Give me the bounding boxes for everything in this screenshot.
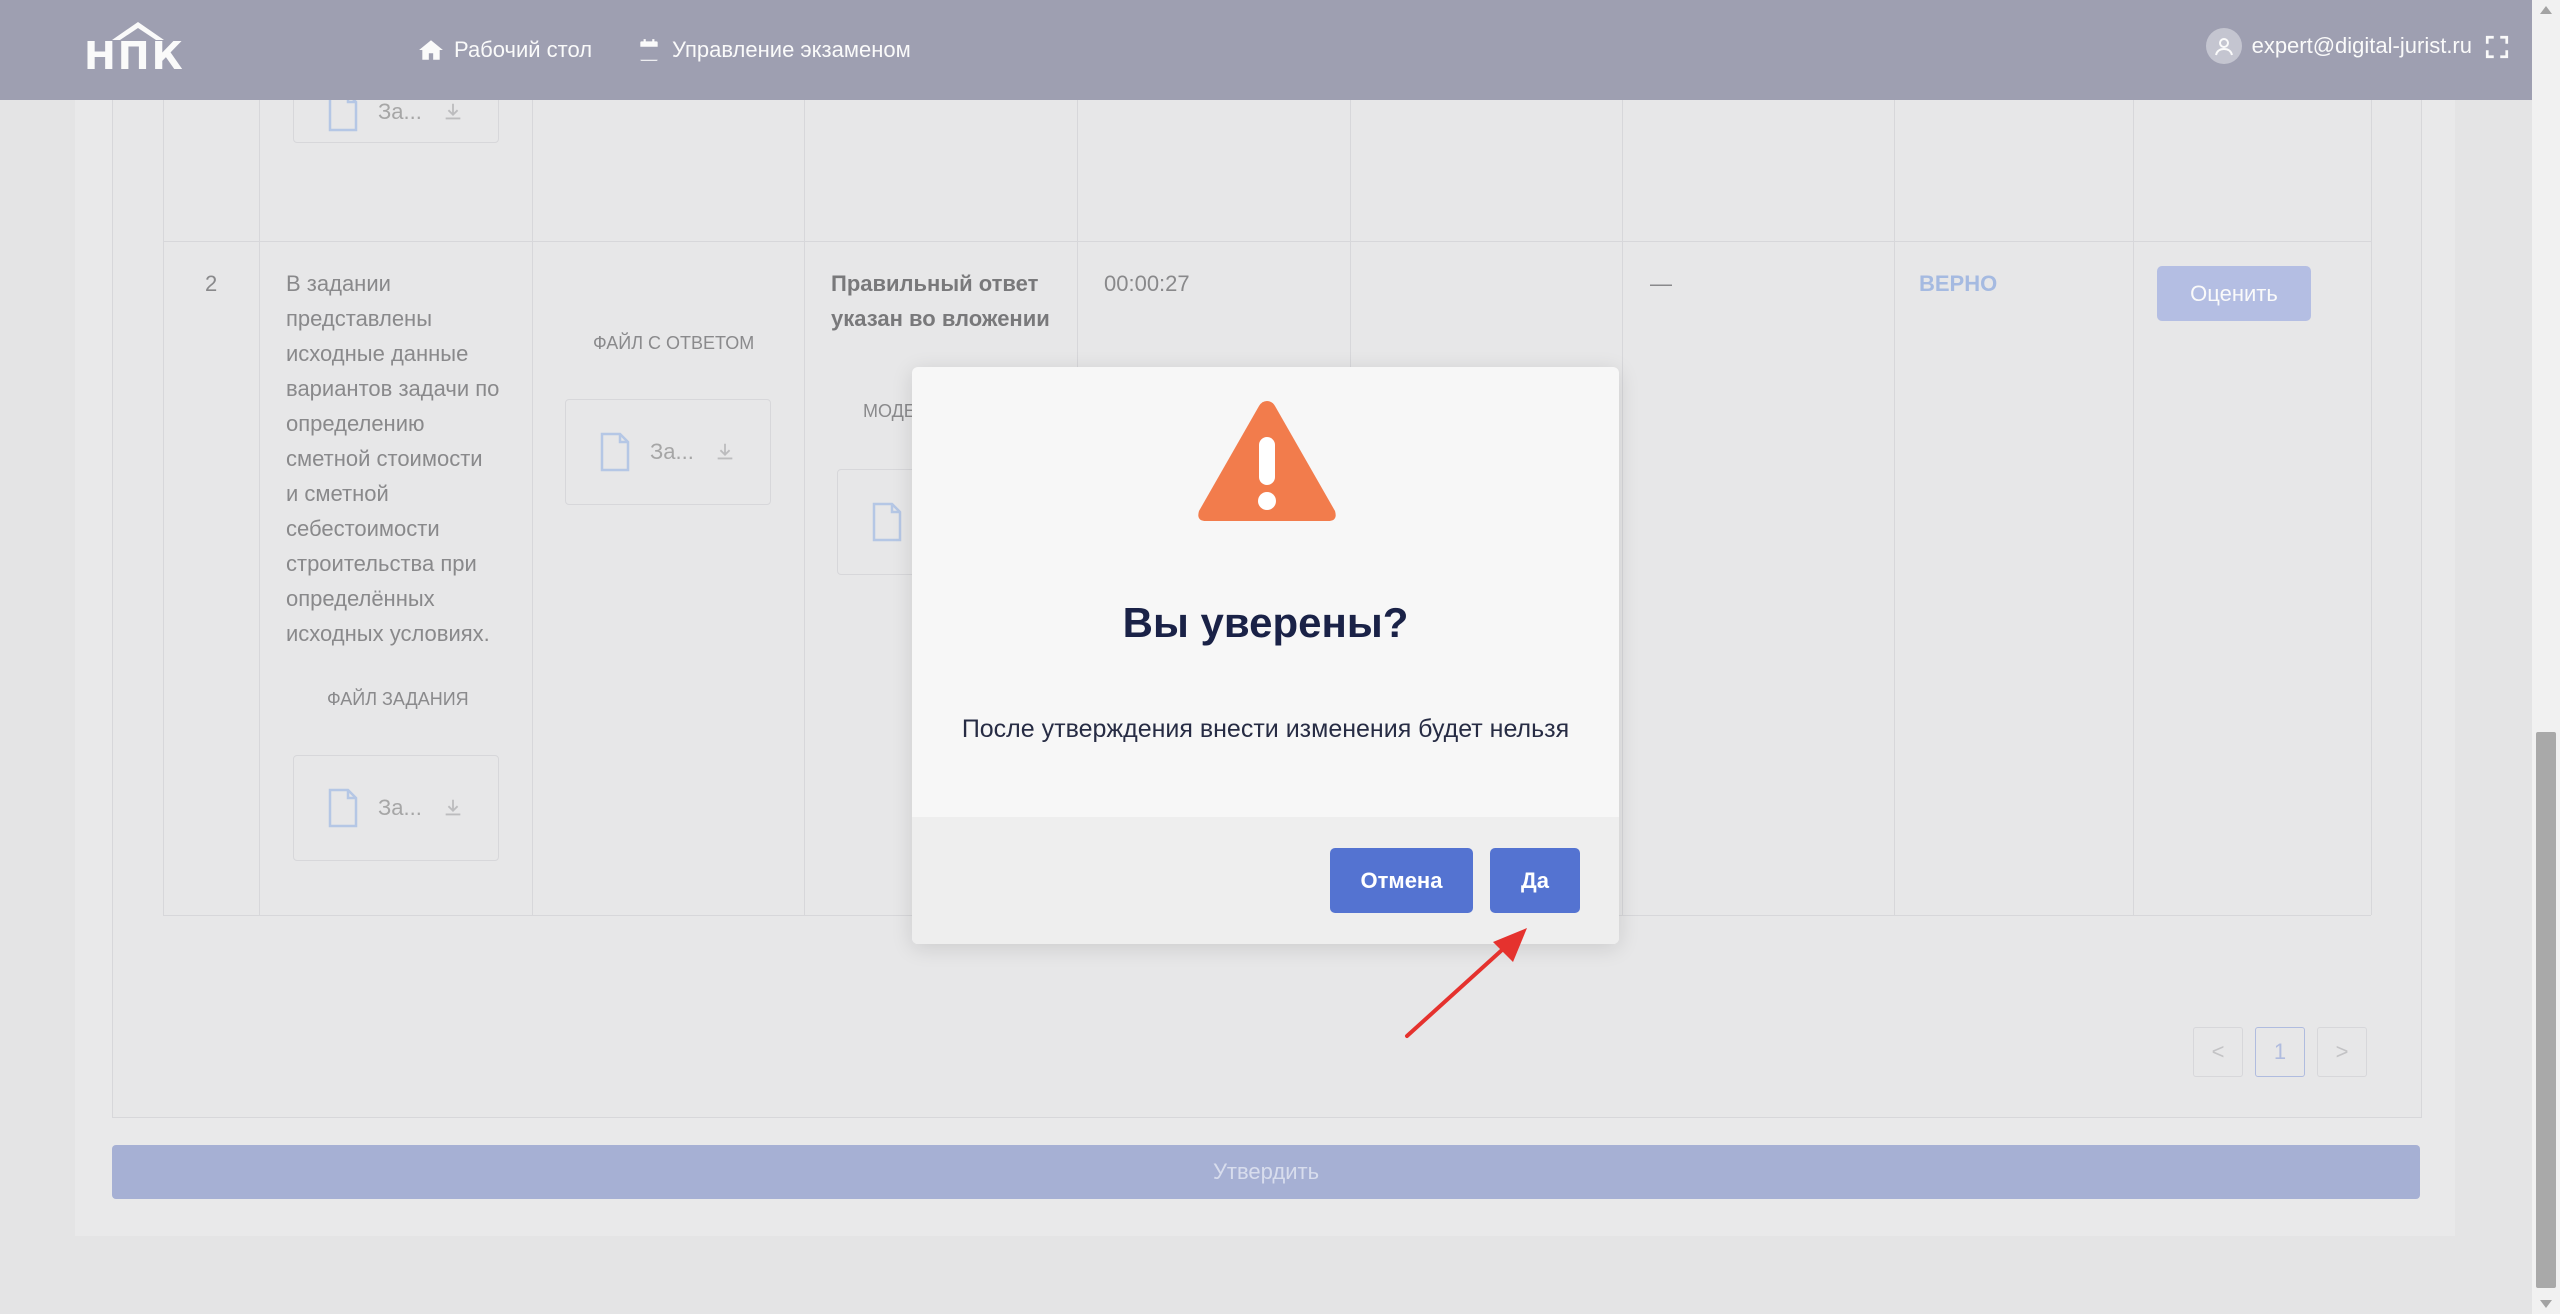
- annotation-arrow-icon: [1405, 928, 1527, 1038]
- dialog-title: Вы уверены?: [1122, 599, 1409, 646]
- dialog-message: После утверждения внести изменения будет…: [961, 715, 1570, 743]
- scroll-down-arrow-icon[interactable]: [2540, 1300, 2552, 1308]
- scroll-thumb[interactable]: [2536, 732, 2556, 1288]
- scrollbar[interactable]: [2532, 0, 2560, 1314]
- scroll-up-arrow-icon[interactable]: [2540, 6, 2552, 14]
- confirm-button[interactable]: Да: [1490, 848, 1580, 913]
- confirm-dialog: Вы уверены? После утверждения внести изм…: [912, 367, 1619, 944]
- cancel-button[interactable]: Отмена: [1330, 848, 1473, 913]
- warning-icon: [1198, 401, 1336, 521]
